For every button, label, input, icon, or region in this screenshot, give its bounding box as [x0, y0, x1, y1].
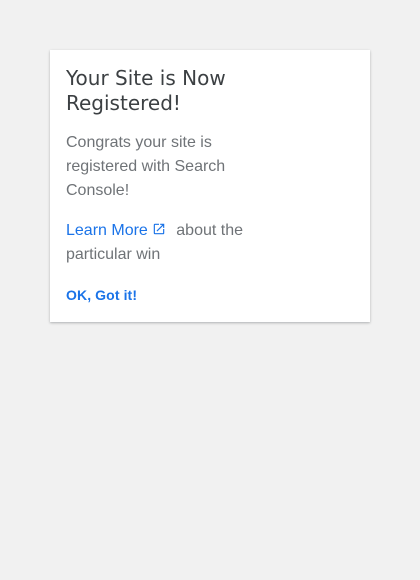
external-link-icon [153, 223, 165, 235]
learn-more-link[interactable]: Learn More [66, 222, 166, 239]
ok-got-it-button[interactable]: OK, Got it! [66, 287, 137, 303]
dialog-title: Your Site is Now Registered! [66, 66, 226, 115]
dialog-message: Congrats your site is registered with Se… [66, 134, 226, 199]
learn-more-label: Learn More [66, 222, 148, 239]
registration-dialog: Your Site is Now Registered! Congrats yo… [50, 50, 370, 322]
learn-more-paragraph: Learn More about the particular win [66, 219, 266, 267]
